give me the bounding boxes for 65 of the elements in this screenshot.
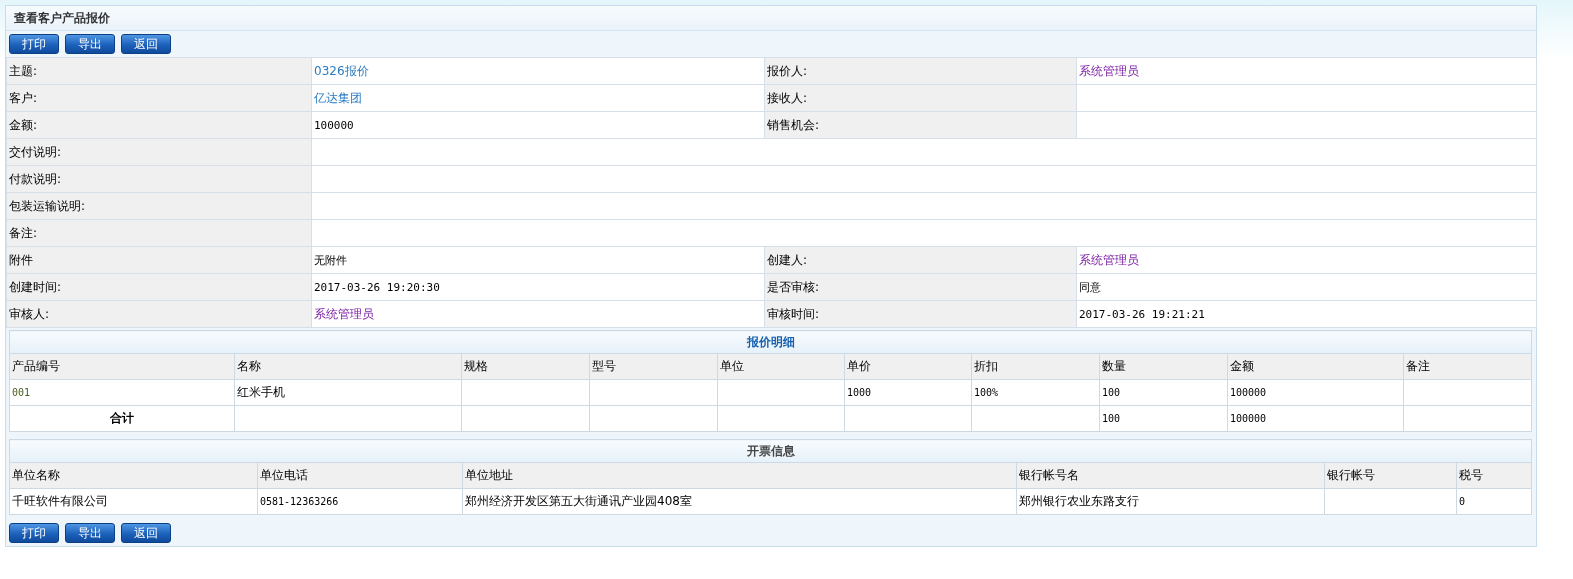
column-header: 单位地址 (462, 462, 1017, 489)
column-header: 折扣 (971, 353, 1100, 380)
table-cell: 0 (1456, 488, 1532, 515)
field-value: 无附件 (311, 246, 765, 274)
action-button[interactable]: 导出 (65, 34, 115, 54)
field-label: 客户: (6, 84, 312, 112)
column-header: 名称 (234, 353, 462, 380)
field-label: 包装运输说明: (6, 192, 312, 220)
table-cell: 合计 (9, 405, 235, 432)
table-cell: 郑州经济开发区第五大街通讯产业园408室 (462, 488, 1017, 515)
field-label: 付款说明: (6, 165, 312, 193)
column-header: 备注 (1403, 353, 1532, 380)
column-header: 税号 (1456, 462, 1532, 489)
table-cell: 0581-12363266 (257, 488, 463, 515)
field-label: 审核时间: (764, 300, 1077, 328)
field-link[interactable]: 亿达集团 (314, 90, 362, 105)
field-link[interactable]: 系统管理员 (1079, 63, 1139, 78)
field-label: 创建人: (764, 246, 1077, 274)
column-header: 数量 (1099, 353, 1228, 380)
action-button[interactable]: 导出 (65, 523, 115, 543)
column-header: 银行帐号名 (1016, 462, 1325, 489)
table-cell: 001 (9, 379, 235, 406)
column-header: 金额 (1227, 353, 1404, 380)
field-label: 报价人: (764, 57, 1077, 85)
action-button[interactable]: 打印 (9, 523, 59, 543)
field-value: 100000 (311, 111, 765, 139)
column-header: 规格 (461, 353, 590, 380)
section-heading: 报价明细 (9, 330, 1532, 354)
field-value: 同意 (1076, 273, 1537, 301)
table-cell: 千旺软件有限公司 (9, 488, 258, 515)
field-label: 审核人: (6, 300, 312, 328)
field-label: 交付说明: (6, 138, 312, 166)
action-button[interactable]: 打印 (9, 34, 59, 54)
table-cell: 红米手机 (234, 379, 462, 406)
field-label: 接收人: (764, 84, 1077, 112)
field-label: 附件 (6, 246, 312, 274)
table-cell: 1000 (844, 379, 972, 406)
field-label: 创建时间: (6, 273, 312, 301)
column-header: 单位电话 (257, 462, 463, 489)
column-header: 型号 (589, 353, 718, 380)
field-value: 2017-03-26 19:20:30 (311, 273, 765, 301)
column-header: 单位名称 (9, 462, 258, 489)
column-header: 单价 (844, 353, 972, 380)
column-header: 银行帐号 (1324, 462, 1457, 489)
field-link[interactable]: 系统管理员 (314, 306, 374, 321)
field-link[interactable]: 0326报价 (314, 63, 369, 78)
table-cell: 100 (1099, 405, 1228, 432)
field-label: 是否审核: (764, 273, 1077, 301)
section-heading: 开票信息 (9, 439, 1532, 463)
field-label: 主题: (6, 57, 312, 85)
field-label: 金额: (6, 111, 312, 139)
table-cell: 100000 (1227, 405, 1404, 432)
table-cell: 100 (1099, 379, 1228, 406)
table-cell: 100000 (1227, 379, 1404, 406)
field-label: 销售机会: (764, 111, 1077, 139)
action-button[interactable]: 返回 (121, 523, 171, 543)
table-cell: 100% (971, 379, 1100, 406)
column-header: 单位 (717, 353, 845, 380)
table-cell: 郑州银行农业东路支行 (1016, 488, 1325, 515)
action-button[interactable]: 返回 (121, 34, 171, 54)
field-value: 2017-03-26 19:21:21 (1076, 300, 1537, 328)
panel-title: 查看客户产品报价 (6, 6, 1536, 31)
field-link[interactable]: 系统管理员 (1079, 252, 1139, 267)
field-label: 备注: (6, 219, 312, 247)
column-header: 产品编号 (9, 353, 235, 380)
